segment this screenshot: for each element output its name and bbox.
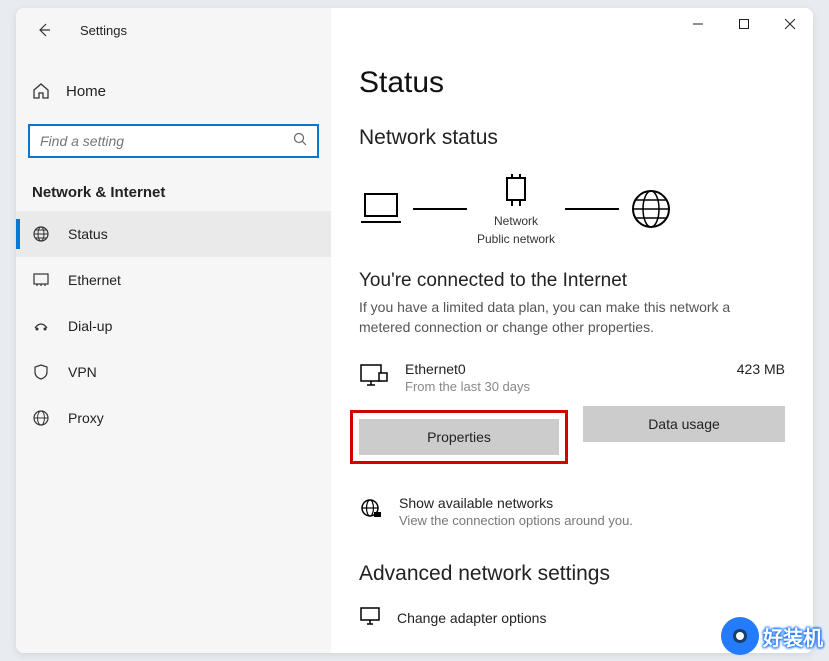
proxy-icon <box>32 409 50 427</box>
maximize-button[interactable] <box>721 8 767 40</box>
available-title: Show available networks <box>399 495 633 511</box>
sidebar: Settings Home Network & Internet Status <box>16 8 331 653</box>
watermark-text: 好装机 <box>763 622 823 651</box>
connector-line <box>413 208 467 210</box>
nav-label: Dial-up <box>68 318 112 334</box>
nav-label: Proxy <box>68 410 104 426</box>
connection-row: Ethernet0 From the last 30 days 423 MB <box>359 361 785 396</box>
data-usage-value: 423 MB <box>737 361 785 377</box>
section-heading: Network & Internet <box>32 184 315 201</box>
home-icon <box>32 82 50 100</box>
search-input[interactable] <box>30 133 317 149</box>
properties-button[interactable]: Properties <box>359 419 559 455</box>
adapter-label: Change adapter options <box>397 610 546 626</box>
advanced-heading: Advanced network settings <box>359 562 785 586</box>
nav-label: VPN <box>68 364 97 380</box>
connection-name: Ethernet0 <box>405 361 737 377</box>
laptop-icon <box>359 190 403 228</box>
connection-period: From the last 30 days <box>405 379 737 394</box>
main-content: Status Network status Network Public net… <box>331 8 813 653</box>
nav-item-vpn[interactable]: VPN <box>16 349 331 395</box>
home-link[interactable]: Home <box>16 72 331 110</box>
nav-label: Status <box>68 226 108 242</box>
shield-icon <box>32 363 50 381</box>
watermark: 好装机 <box>721 617 823 655</box>
watermark-icon <box>721 617 759 655</box>
nav-item-status[interactable]: Status <box>16 211 331 257</box>
search-container <box>28 124 319 158</box>
nav-item-proxy[interactable]: Proxy <box>16 395 331 441</box>
globe-small-icon <box>359 497 383 526</box>
network-diagram: Network Public network <box>359 172 785 246</box>
window-title: Settings <box>80 23 127 38</box>
highlight-box: Properties <box>350 410 568 464</box>
monitor-icon <box>359 606 381 629</box>
nav-item-ethernet[interactable]: Ethernet <box>16 257 331 303</box>
connected-description: If you have a limited data plan, you can… <box>359 298 785 337</box>
nav-item-dialup[interactable]: Dial-up <box>16 303 331 349</box>
network-status-heading: Network status <box>359 126 785 150</box>
close-button[interactable] <box>767 8 813 40</box>
available-networks-row[interactable]: Show available networks View the connect… <box>359 495 785 528</box>
ethernet-icon <box>32 271 50 289</box>
globe-icon <box>32 225 50 243</box>
arrow-left-icon <box>36 22 52 38</box>
minimize-button[interactable] <box>675 8 721 40</box>
connected-heading: You're connected to the Internet <box>359 270 785 292</box>
globe-large-icon <box>629 187 673 231</box>
data-usage-button[interactable]: Data usage <box>583 406 785 442</box>
search-box[interactable] <box>28 124 319 158</box>
page-title: Status <box>359 66 785 100</box>
diagram-label-2: Public network <box>477 232 555 246</box>
available-subtitle: View the connection options around you. <box>399 513 633 528</box>
back-button[interactable] <box>34 20 54 40</box>
nav-label: Ethernet <box>68 272 121 288</box>
search-icon <box>293 132 307 151</box>
router-icon <box>501 172 531 210</box>
diagram-label-1: Network <box>494 214 538 228</box>
home-label: Home <box>66 83 106 100</box>
pc-ethernet-icon <box>359 363 389 396</box>
button-row: Properties Data usage <box>359 406 785 455</box>
connector-line <box>565 208 619 210</box>
titlebar: Settings <box>16 8 331 52</box>
settings-window: Settings Home Network & Internet Status <box>16 8 813 653</box>
dialup-icon <box>32 317 50 335</box>
window-controls <box>675 8 813 40</box>
